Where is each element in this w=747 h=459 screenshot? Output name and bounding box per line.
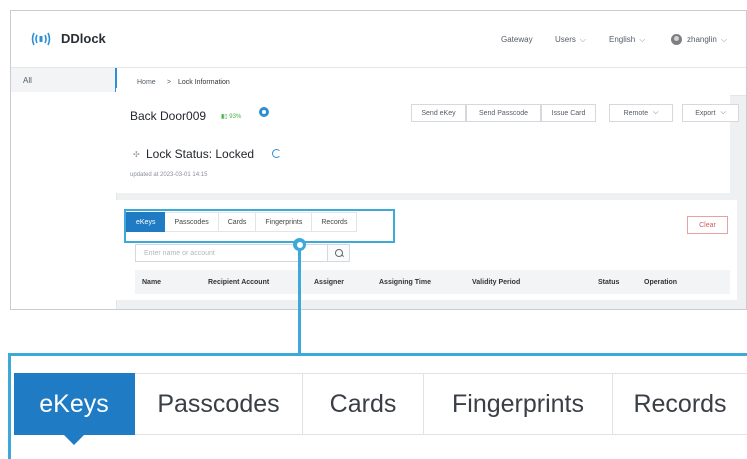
- topbar-users[interactable]: Users ⌵: [555, 35, 586, 45]
- zoomed-tabs: eKeys Passcodes Cards Fingerprints Recor…: [14, 373, 747, 445]
- stage: DDlock Gateway Users ⌵ English ⌵ zhanglin ⌵…: [0, 0, 747, 459]
- clear-button[interactable]: Clear: [687, 216, 728, 234]
- export-button[interactable]: Export ⌵: [682, 104, 739, 122]
- highlight-box: [124, 209, 395, 243]
- chevron-down-icon: ⌵: [720, 109, 726, 116]
- chevron-down-icon: ⌵: [579, 35, 586, 44]
- chevron-down-icon: ⌵: [720, 35, 727, 44]
- zoom-tab-cards[interactable]: Cards: [303, 373, 424, 435]
- callout-connector: [298, 243, 301, 355]
- column-header: Assigning Time: [379, 279, 431, 286]
- column-header: Operation: [644, 279, 678, 286]
- remote-button[interactable]: Remote ⌵: [609, 104, 673, 122]
- breadcrumb-home[interactable]: Home: [137, 79, 156, 86]
- column-header: Validity Period: [472, 279, 521, 286]
- lock-info-card: Back Door009 ▮▯ 93% Send eKey Send Passc…: [116, 88, 739, 193]
- sidebar: All: [11, 68, 117, 309]
- top-bar: DDlock Gateway Users ⌵ English ⌵ zhanglin ⌵: [11, 11, 746, 68]
- column-header: Name: [142, 279, 162, 286]
- send-ekey-button[interactable]: Send eKey: [411, 104, 466, 122]
- lock-name: Back Door009: [130, 109, 207, 123]
- battery-indicator: ▮▯ 93%: [221, 114, 242, 120]
- table-header: Name Recipient Account Assigner Assignin…: [135, 270, 730, 294]
- callout-dot: [293, 238, 306, 251]
- avatar[interactable]: [671, 34, 682, 45]
- sidebar-item-all[interactable]: All: [11, 68, 117, 92]
- zoom-tab-records[interactable]: Records: [613, 373, 747, 435]
- lock-status: Lock Status: Locked: [146, 147, 255, 161]
- column-header: Assigner: [314, 279, 344, 286]
- chevron-down-icon: ⌵: [653, 109, 659, 116]
- send-passcode-button[interactable]: Send Passcode: [466, 104, 541, 122]
- breadcrumb-separator: >: [167, 79, 172, 86]
- topbar-gateway[interactable]: Gateway: [501, 35, 533, 44]
- topbar-user[interactable]: zhanglin ⌵: [687, 35, 727, 45]
- search-icon[interactable]: [327, 244, 350, 262]
- issue-card-button[interactable]: Issue Card: [541, 104, 596, 122]
- app-name: DDlock: [61, 31, 106, 46]
- zoom-tab-ekeys[interactable]: eKeys: [14, 373, 135, 445]
- zoom-tab-fingerprints[interactable]: Fingerprints: [424, 373, 613, 435]
- gear-icon[interactable]: [259, 107, 269, 117]
- zoom-tab-passcodes[interactable]: Passcodes: [135, 373, 303, 435]
- lock-status-icon: ✣: [133, 150, 140, 159]
- column-header: Recipient Account: [208, 279, 270, 286]
- column-header: Status: [598, 279, 620, 286]
- topbar-language[interactable]: English ⌵: [609, 35, 645, 45]
- zoomed-tab-bar: eKeys Passcodes Cards Fingerprints Recor…: [8, 353, 747, 459]
- updated-time: updated at 2023-03-01 14:15: [130, 172, 208, 178]
- signal-waves-icon: [31, 32, 51, 46]
- chevron-down-icon: ⌵: [639, 35, 646, 44]
- refresh-icon[interactable]: [272, 149, 281, 158]
